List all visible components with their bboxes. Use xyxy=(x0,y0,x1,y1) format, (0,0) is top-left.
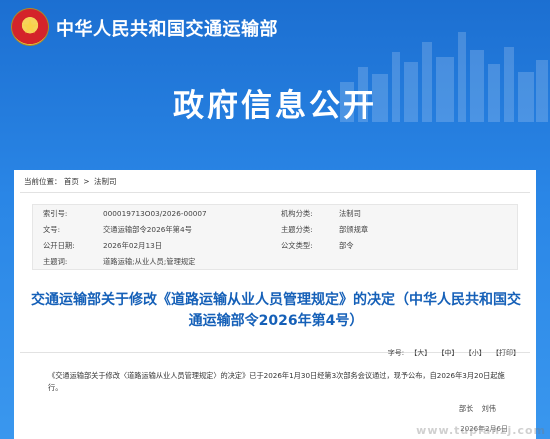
metadata-value: 道路运输;从业人员;管理规定 xyxy=(103,257,196,266)
metadata-key: 公文类型: xyxy=(281,241,313,250)
metadata-key: 主题分类: xyxy=(281,225,313,234)
breadcrumb-home-link[interactable]: 首页 xyxy=(64,177,79,186)
divider xyxy=(20,192,530,193)
site-title[interactable]: 中华人民共和国交通运输部 xyxy=(56,15,278,41)
metadata-value: 法制司 xyxy=(339,209,361,218)
document-body: 《交通运输部关于修改〈道路运输从业人员管理规定〉的决定》已于2026年1月30日… xyxy=(48,371,505,392)
watermark: www.tupianzj.com xyxy=(416,424,546,437)
font-size-label: 字号: xyxy=(387,349,405,357)
metadata-value: 000019713O03/2026-00007 xyxy=(103,209,207,218)
banner-title: 政府信息公开 xyxy=(173,88,377,124)
font-small-button[interactable]: 【小】 xyxy=(465,349,486,357)
metadata-key: 机构分类: xyxy=(281,209,313,218)
metadata-value: 交通运输部令2026年第4号 xyxy=(103,225,192,234)
metadata-value: 2026年02月13日 xyxy=(103,241,163,250)
font-large-button[interactable]: 【大】 xyxy=(410,349,431,357)
breadcrumb-section-link[interactable]: 法制司 xyxy=(94,177,117,186)
print-button[interactable]: 【打印】 xyxy=(492,349,520,357)
breadcrumb-prefix: 当前位置： xyxy=(24,177,62,186)
metadata-key: 索引号: xyxy=(43,209,68,218)
content-panel: 当前位置： 首页 > 法制司 索引号: 000019713O03/2026-00… xyxy=(14,170,536,439)
signer-title: 部长 xyxy=(458,404,474,413)
metadata-key: 公开日期: xyxy=(43,241,75,250)
metadata-value: 部颁规章 xyxy=(339,225,369,234)
font-medium-button[interactable]: 【中】 xyxy=(438,349,459,357)
national-emblem-icon[interactable] xyxy=(12,9,48,45)
metadata-key: 主题词: xyxy=(43,257,68,266)
breadcrumb: 当前位置： 首页 > 法制司 xyxy=(24,176,116,187)
metadata-value: 部令 xyxy=(339,241,354,250)
metadata-key: 文号: xyxy=(43,225,61,234)
document-title: 交通运输部关于修改《道路运输从业人员管理规定》的决定（中华人民共和国交通运输部令… xyxy=(31,292,521,329)
document-metadata-table: 索引号: 000019713O03/2026-00007 机构分类: 法制司 文… xyxy=(32,204,518,270)
site-header: 中华人民共和国交通运输部 xyxy=(0,0,550,122)
signature: 部长 刘伟 xyxy=(453,404,496,414)
signer-name: 刘伟 xyxy=(481,404,496,413)
font-size-tools: 字号: 【大】 【中】 【小】 【打印】 xyxy=(384,348,520,358)
breadcrumb-separator: > xyxy=(83,177,90,186)
